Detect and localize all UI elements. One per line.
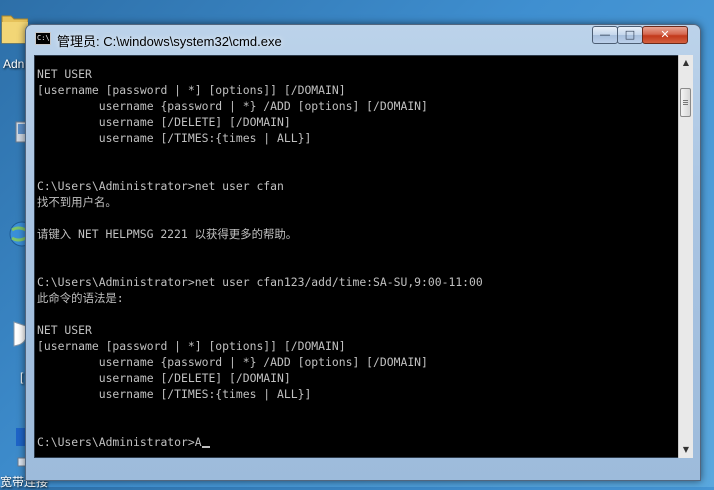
console-line: 请键入 NET HELPMSG 2221 以获得更多的帮助。	[37, 227, 298, 241]
console-line: 找不到用户名。	[37, 195, 117, 209]
console-output[interactable]: NET USER [username [password | *] [optio…	[34, 55, 680, 458]
console-line: 此命令的语法是:	[37, 291, 124, 305]
shield-icon[interactable]	[0, 318, 28, 348]
console-line: username {password | *} /ADD [options] […	[37, 355, 428, 369]
maximize-button[interactable]: □	[617, 26, 643, 44]
window-bottom-border	[34, 458, 693, 473]
console-line: username {password | *} /ADD [options] […	[37, 99, 428, 113]
network-icon[interactable]	[0, 422, 28, 472]
console-line: username [/TIMES:{times | ALL}]	[37, 387, 312, 401]
computer-icon[interactable]	[0, 118, 28, 148]
console-line: NET USER	[37, 323, 92, 337]
console-line: username [/DELETE] [/DOMAIN]	[37, 371, 291, 385]
title-bar[interactable]: C:\ 管理员: C:\windows\system32\cmd.exe — □…	[26, 25, 700, 53]
console-line: NET USER	[37, 67, 92, 81]
cmd-icon[interactable]: C:\	[35, 32, 51, 45]
desktop-label-d[interactable]: [	[20, 370, 23, 384]
console-line: username [/TIMES:{times | ALL}]	[37, 131, 312, 145]
console-line: [username [password | *] [options]] [/DO…	[37, 83, 346, 97]
scroll-up-arrow-icon[interactable]: ▲	[679, 55, 693, 71]
vertical-scrollbar[interactable]: ▲ ▼	[678, 55, 693, 458]
minimize-button[interactable]: —	[592, 26, 618, 44]
text-cursor	[201, 446, 210, 448]
scroll-down-arrow-icon[interactable]: ▼	[679, 442, 693, 458]
window-title: 管理员: C:\windows\system32\cmd.exe	[57, 34, 282, 49]
console-line: C:\Users\Administrator>net user cfan	[37, 179, 284, 193]
scrollbar-thumb[interactable]	[680, 88, 691, 117]
desktop-label-admin[interactable]: Adn	[3, 57, 24, 71]
cmd-window: C:\ 管理员: C:\windows\system32\cmd.exe — □…	[25, 24, 701, 481]
console-line: C:\Users\Administrator>A	[37, 435, 202, 449]
console-line: username [/DELETE] [/DOMAIN]	[37, 115, 291, 129]
close-button[interactable]: ✕	[642, 26, 688, 44]
globe-icon[interactable]	[0, 214, 28, 254]
folder-icon[interactable]	[0, 2, 28, 57]
console-line: [username [password | *] [options]] [/DO…	[37, 339, 346, 353]
console-text: NET USER [username [password | *] [optio…	[35, 56, 679, 450]
console-line: C:\Users\Administrator>net user cfan123/…	[37, 275, 483, 289]
